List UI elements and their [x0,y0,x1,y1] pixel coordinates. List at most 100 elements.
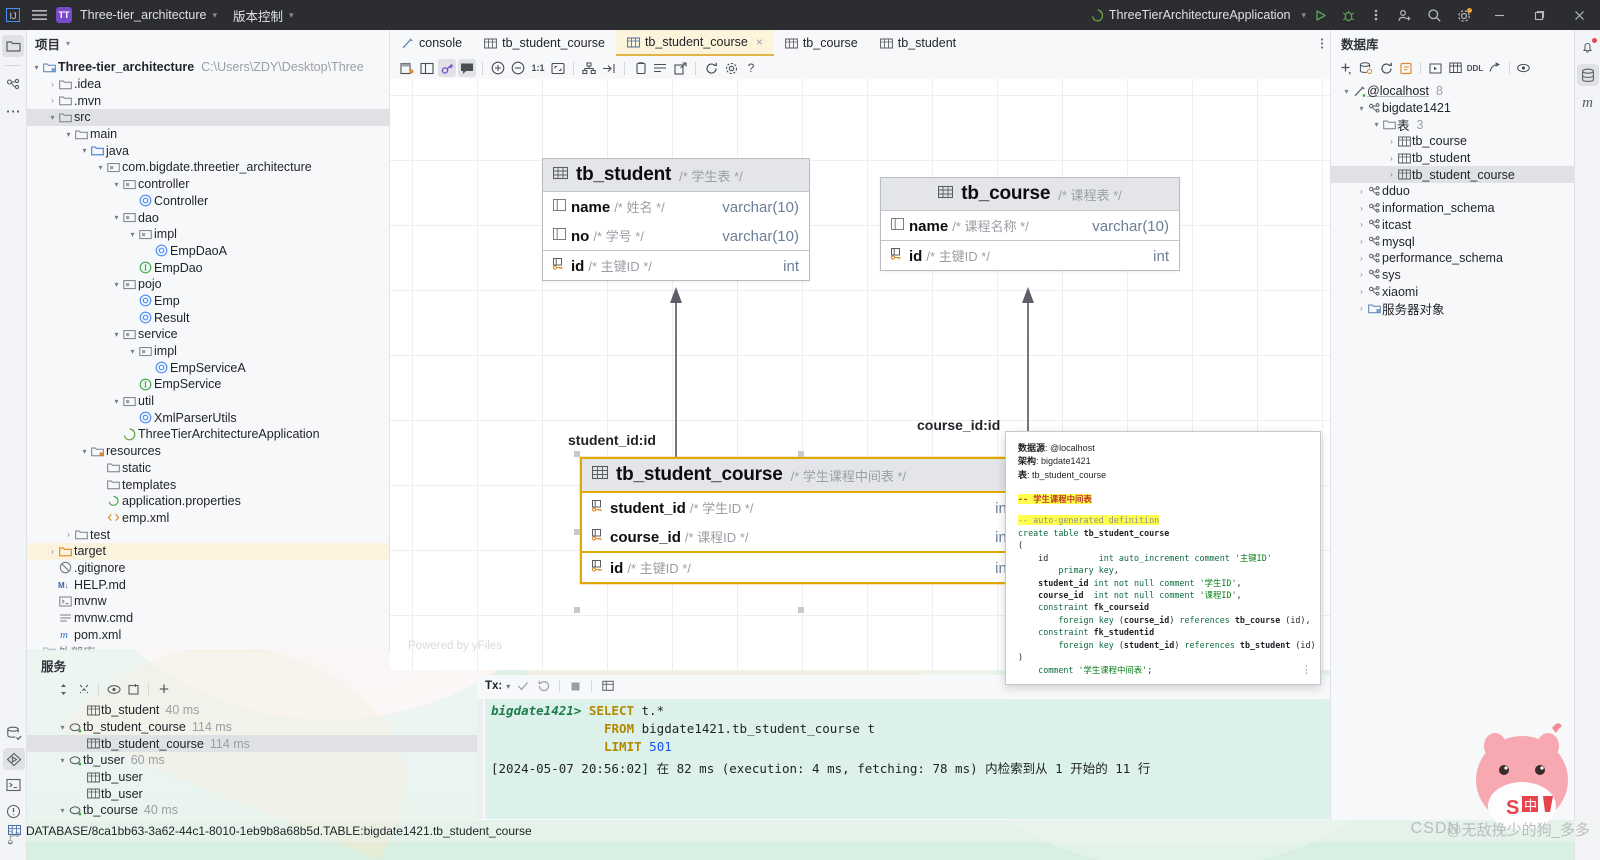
chevron-right-icon[interactable]: › [1386,154,1397,163]
zoom-in-icon[interactable] [489,59,507,77]
settings-icon[interactable] [722,59,740,77]
copy-icon[interactable] [631,59,649,77]
show-columns-icon[interactable] [398,59,416,77]
tab-overflow-button[interactable] [1320,30,1324,57]
project-tree-item-xmlparserutils[interactable]: XmlParserUtils [27,409,389,426]
project-tree-item-emp-xml[interactable]: emp.xml [27,510,389,527]
settings-gear-icon[interactable] [1450,0,1478,30]
fit-content-icon[interactable] [549,59,567,77]
project-tree-item-main[interactable]: ▾ main [27,126,389,143]
refresh-icon[interactable] [1377,59,1395,77]
project-tree-item-controller[interactable]: Controller [27,193,389,210]
services-tree-item[interactable]: ▾ tb_student_course 114 ms [27,719,477,736]
problems-tool-icon[interactable] [3,800,25,822]
db-tree-item-dduo[interactable]: › dduo [1331,183,1574,200]
table-row[interactable]: id /* 主键ID */ int [582,551,1021,582]
project-tree-item-pom-xml[interactable]: m pom.xml [27,626,389,643]
project-tree-item-help-md[interactable]: M↓ HELP.md [27,576,389,593]
chevron-down-icon[interactable]: ▾ [79,146,90,155]
db-tree-item-mysql[interactable]: › mysql [1331,233,1574,250]
main-menu-icon[interactable] [26,0,52,30]
table-row[interactable]: name /* 姓名 */ varchar(10) [543,192,809,221]
services-tree-item[interactable]: tb_student_course 114 ms [27,735,477,753]
open-query-console-icon[interactable] [1397,59,1415,77]
editor-tab-tb_course[interactable]: tb_course [774,30,869,56]
project-tree-item-application-properties[interactable]: application.properties [27,493,389,510]
run-configuration-selector[interactable]: ThreeTierArchitectureApplication ▾ [1091,8,1306,22]
rollback-icon[interactable] [535,678,552,695]
project-tree-item-empdao[interactable]: EmpDao [27,259,389,276]
chevron-right-icon[interactable]: › [1356,254,1367,263]
project-tree-item-impl[interactable]: ▾ impl [27,226,389,243]
expand-collapse-icon[interactable] [55,681,72,698]
notes-icon[interactable] [651,59,669,77]
resize-handle[interactable] [574,451,580,457]
project-tree-item----[interactable]: › 外部库 [27,643,389,650]
chevron-right-icon[interactable]: › [1356,304,1367,313]
project-tree-item-dao[interactable]: ▾ dao [27,209,389,226]
chevron-down-icon[interactable]: ▾ [506,682,510,691]
jump-to-icon[interactable] [1486,59,1504,77]
popup-more-icon[interactable]: ⋮ [1301,662,1312,678]
chevron-down-icon[interactable]: ▾ [63,130,74,139]
editor-tab-tb_student_course[interactable]: tb_student_course [473,30,616,56]
documentation-popup[interactable]: 数据源: @localhost 架构: bigdate1421 表: tb_st… [1005,431,1321,685]
run-script-icon[interactable] [1426,59,1444,77]
actual-size-icon[interactable]: 1:1 [529,59,547,77]
data-source-properties-icon[interactable] [1357,59,1375,77]
project-tree-item-empservice[interactable]: EmpService [27,376,389,393]
align-icon[interactable] [600,59,618,77]
project-tree-item-three-tier-architecture[interactable]: ▾ Three-tier_architecture C:\Users\ZDY\Des… [27,59,389,76]
chevron-down-icon[interactable]: ▾ [111,397,122,406]
grid-icon[interactable] [599,678,616,695]
stop-icon[interactable] [567,678,584,695]
debug-button[interactable] [1334,0,1362,30]
project-tree-item-controller[interactable]: ▾ controller [27,176,389,193]
project-tree-item-pojo[interactable]: ▾ pojo [27,276,389,293]
editor-tab-tb_student[interactable]: tb_student [869,30,967,56]
chevron-right-icon[interactable]: › [1356,220,1367,229]
search-icon[interactable] [1420,0,1448,30]
chevron-right-icon[interactable]: › [31,647,42,650]
db-tree-item-tb_student_course[interactable]: › tb_student_course [1331,166,1574,184]
chevron-down-icon[interactable]: ▾ [57,723,68,732]
project-tree-item-static[interactable]: static [27,460,389,477]
project-tree-item-mvnw[interactable]: mvnw [27,593,389,610]
table-row[interactable]: student_id /* 学生ID */ int [582,493,1021,522]
table-row[interactable]: id /* 主键ID */ int [881,240,1179,270]
tx-label[interactable]: Tx: [485,680,502,692]
chevron-down-icon[interactable]: ▾ [1341,87,1352,96]
chevron-down-icon[interactable]: ▾ [212,10,217,21]
db-tree-item-@localhost[interactable]: ▾ @localhost 8 [1331,83,1574,100]
table-editor-icon[interactable] [1446,59,1464,77]
project-tree-item-result[interactable]: Result [27,309,389,326]
refresh-icon[interactable] [702,59,720,77]
table-row[interactable]: id /* 主键ID */ int [543,250,809,280]
close-icon[interactable]: × [756,35,763,49]
resize-handle[interactable] [574,529,580,535]
table-row[interactable]: no /* 学号 */ varchar(10) [543,221,809,250]
editor-tab-bar[interactable]: console tb_student_course tb_student_cours… [390,30,1330,57]
chevron-right-icon[interactable]: › [47,547,58,556]
show-keys-icon[interactable] [438,59,456,77]
db-tree-item-performance_schema[interactable]: › performance_schema [1331,250,1574,267]
db-tree-item-tb_student[interactable]: › tb_student [1331,150,1574,167]
diagram-table-tb_course[interactable]: tb_course /* 课程表 */ name /* 课程名称 */ varc… [880,177,1180,271]
services-tree-item[interactable]: tb_user [27,769,477,786]
chevron-down-icon[interactable]: ▾ [47,113,58,122]
database-tree[interactable]: ▾ @localhost 8 ▾ bigdate1421 ▾ 表 3 › tb_course › tb… [1331,83,1574,317]
chevron-down-icon[interactable]: ▾ [127,230,138,239]
database-tool-icon[interactable] [3,722,25,744]
project-tree-item-empdaoa[interactable]: EmpDaoA [27,243,389,260]
project-tree-item-resources[interactable]: ▾ resources [27,443,389,460]
editor-tab-tb_student_course[interactable]: tb_student_course × [615,30,774,56]
chevron-down-icon[interactable]: ▾ [111,180,122,189]
services-tree-item[interactable]: ▾ tb_user 60 ms [27,752,477,769]
structure-tool-icon[interactable] [2,74,24,96]
notifications-icon[interactable] [1577,36,1599,58]
table-row[interactable]: course_id /* 课程ID */ int [582,522,1021,551]
services-tree-item[interactable]: ▾ tb_course 40 ms [27,802,477,819]
maximize-button[interactable] [1520,0,1558,30]
db-tree-item-xiaomi[interactable]: › xiaomi [1331,283,1574,300]
minimize-button[interactable] [1480,0,1518,30]
